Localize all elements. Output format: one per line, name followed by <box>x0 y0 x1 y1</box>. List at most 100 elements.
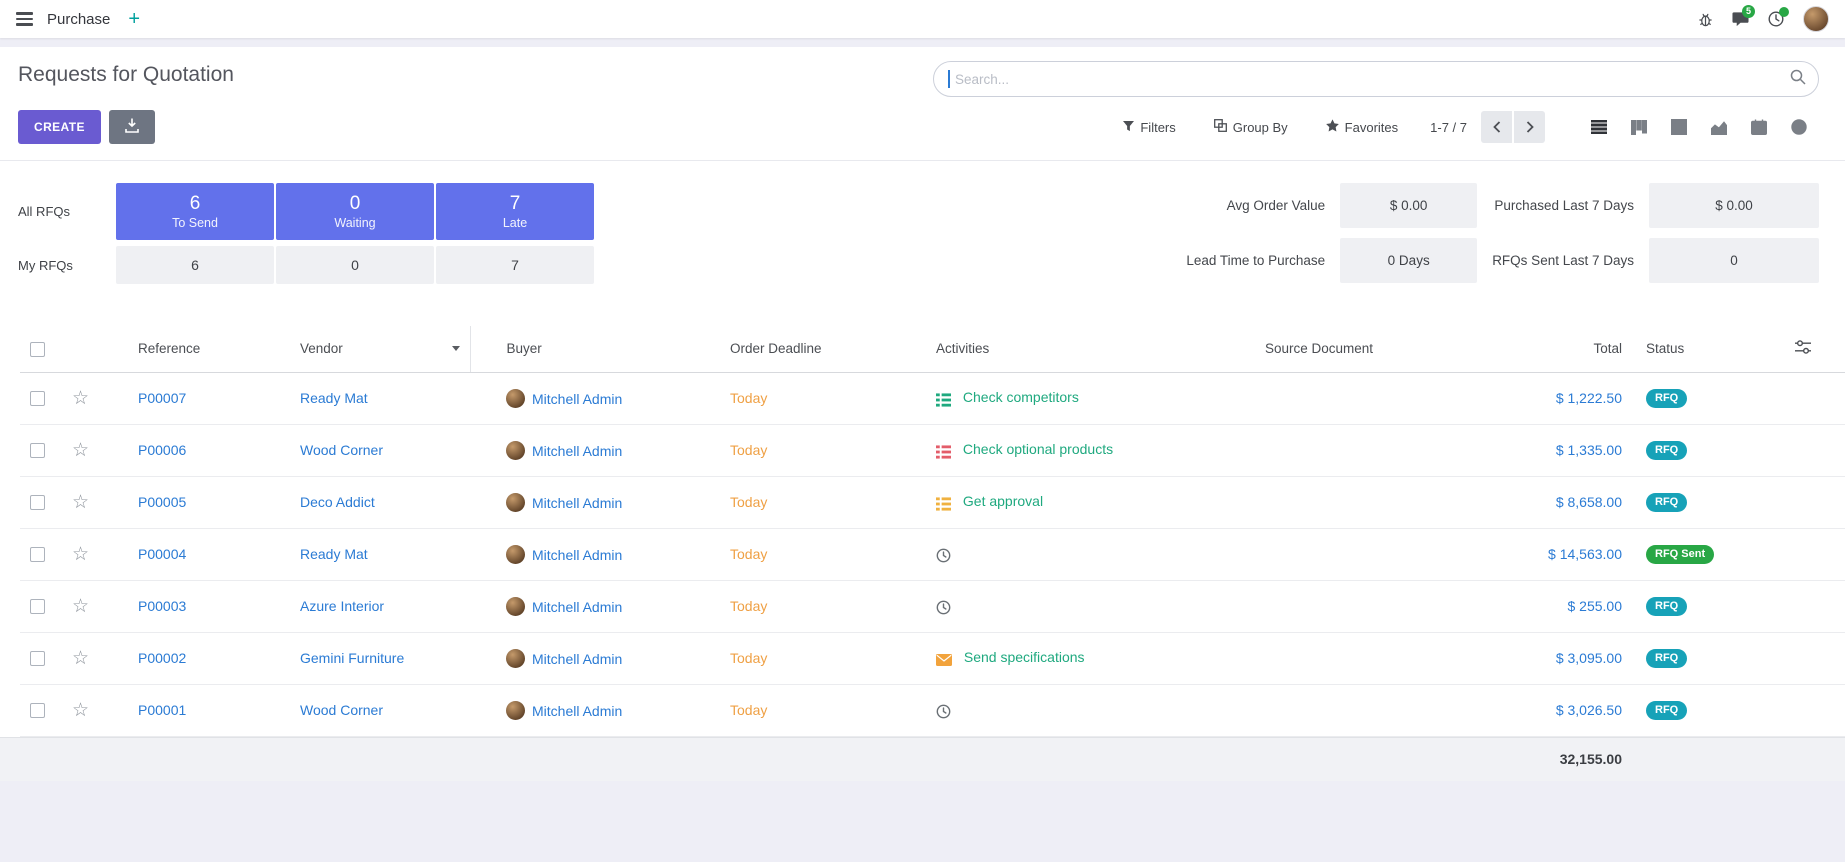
user-avatar[interactable] <box>1803 6 1829 32</box>
buyer-link[interactable]: Mitchell Admin <box>532 651 622 667</box>
buyer-link[interactable]: Mitchell Admin <box>532 391 622 407</box>
table-row[interactable]: ☆ P00003 Azure Interior Mitchell Admin T… <box>20 580 1845 632</box>
activities-clock-icon[interactable] <box>1768 11 1784 27</box>
favorite-star-icon[interactable]: ☆ <box>72 648 89 669</box>
select-all-checkbox[interactable] <box>30 342 45 357</box>
view-list-button[interactable] <box>1579 110 1619 144</box>
vendor-link[interactable]: Deco Addict <box>300 494 375 510</box>
app-menu-purchase[interactable]: Purchase <box>47 11 110 28</box>
export-button[interactable] <box>109 110 155 144</box>
favorites-button[interactable]: Favorites <box>1320 118 1404 136</box>
column-header-activities[interactable]: Activities <box>900 326 1235 372</box>
vendor-link[interactable]: Ready Mat <box>300 546 368 562</box>
view-pivot-button[interactable] <box>1659 110 1699 144</box>
activity-type-icon[interactable] <box>936 702 951 719</box>
activity-type-icon[interactable] <box>936 494 951 510</box>
table-row[interactable]: ☆ P00006 Wood Corner Mitchell Admin Toda… <box>20 424 1845 476</box>
view-activity-button[interactable] <box>1779 110 1819 144</box>
vendor-link[interactable]: Gemini Furniture <box>300 650 404 666</box>
stat-value-rfqs-sent-last-7-days: 0 <box>1649 238 1819 283</box>
table-row[interactable]: ☆ P00007 Ready Mat Mitchell Admin Today <box>20 372 1845 424</box>
buyer-link[interactable]: Mitchell Admin <box>532 547 622 563</box>
favorite-star-icon[interactable]: ☆ <box>72 544 89 565</box>
view-switcher <box>1579 110 1819 144</box>
sort-caret-icon <box>452 346 460 351</box>
buyer-link[interactable]: Mitchell Admin <box>532 599 622 615</box>
tile-late[interactable]: 7 Late <box>436 183 594 240</box>
create-button[interactable]: CREATE <box>18 110 101 144</box>
search-box[interactable] <box>933 61 1819 97</box>
row-checkbox[interactable] <box>30 547 45 562</box>
optional-columns-icon[interactable] <box>1795 342 1811 357</box>
activity-type-icon[interactable] <box>936 442 951 458</box>
vendor-link[interactable]: Ready Mat <box>300 390 368 406</box>
vendor-link[interactable]: Wood Corner <box>300 442 383 458</box>
activity-type-icon[interactable] <box>936 598 951 615</box>
my-tile-late[interactable]: 7 <box>436 246 594 284</box>
order-deadline-text: Today <box>730 494 767 510</box>
favorite-star-icon[interactable]: ☆ <box>72 440 89 461</box>
total-amount: $ 1,335.00 <box>1556 442 1622 458</box>
vendor-link[interactable]: Wood Corner <box>300 702 383 718</box>
reference-link[interactable]: P00006 <box>138 442 186 458</box>
activity-type-icon[interactable] <box>936 651 952 667</box>
buyer-link[interactable]: Mitchell Admin <box>532 703 622 719</box>
buyer-link[interactable]: Mitchell Admin <box>532 495 622 511</box>
row-checkbox[interactable] <box>30 599 45 614</box>
messages-icon[interactable]: 5 <box>1732 11 1749 27</box>
row-checkbox[interactable] <box>30 651 45 666</box>
search-input[interactable] <box>953 71 1790 88</box>
activity-type-icon[interactable] <box>936 546 951 563</box>
all-rfqs-label: All RFQs <box>18 204 114 219</box>
column-header-total[interactable]: Total <box>1470 326 1632 372</box>
vendor-link[interactable]: Azure Interior <box>300 598 384 614</box>
tile-waiting[interactable]: 0 Waiting <box>276 183 434 240</box>
group-by-button[interactable]: Group By <box>1208 118 1294 136</box>
filters-button[interactable]: Filters <box>1117 119 1181 136</box>
reference-link[interactable]: P00003 <box>138 598 186 614</box>
activity-link[interactable]: Get approval <box>963 493 1043 509</box>
activity-link[interactable]: Check optional products <box>963 441 1113 457</box>
favorite-star-icon[interactable]: ☆ <box>72 492 89 513</box>
reference-link[interactable]: P00002 <box>138 650 186 666</box>
column-header-source-document[interactable]: Source Document <box>1235 326 1470 372</box>
my-tile-waiting[interactable]: 0 <box>276 246 434 284</box>
view-graph-button[interactable] <box>1699 110 1739 144</box>
table-row[interactable]: ☆ P00002 Gemini Furniture Mitchell Admin… <box>20 632 1845 684</box>
pager-next-button[interactable] <box>1514 111 1545 143</box>
column-header-buyer[interactable]: Buyer <box>470 326 700 372</box>
favorite-star-icon[interactable]: ☆ <box>72 700 89 721</box>
pager-previous-button[interactable] <box>1481 111 1512 143</box>
column-header-reference[interactable]: Reference <box>106 326 270 372</box>
buyer-avatar <box>506 545 525 564</box>
activity-link[interactable]: Check competitors <box>963 389 1079 405</box>
buyer-link[interactable]: Mitchell Admin <box>532 443 622 459</box>
tile-to-send[interactable]: 6 To Send <box>116 183 274 240</box>
search-icon[interactable] <box>1790 69 1806 90</box>
table-row[interactable]: ☆ P00005 Deco Addict Mitchell Admin Toda… <box>20 476 1845 528</box>
column-header-order-deadline[interactable]: Order Deadline <box>700 326 900 372</box>
favorite-star-icon[interactable]: ☆ <box>72 596 89 617</box>
favorite-star-icon[interactable]: ☆ <box>72 388 89 409</box>
table-row[interactable]: ☆ P00004 Ready Mat Mitchell Admin Today <box>20 528 1845 580</box>
activity-type-icon[interactable] <box>936 390 951 406</box>
table-row[interactable]: ☆ P00001 Wood Corner Mitchell Admin Toda… <box>20 684 1845 736</box>
activity-link[interactable]: Send specifications <box>964 649 1085 665</box>
row-checkbox[interactable] <box>30 495 45 510</box>
plus-icon[interactable]: + <box>128 9 140 29</box>
reference-link[interactable]: P00001 <box>138 702 186 718</box>
reference-link[interactable]: P00005 <box>138 494 186 510</box>
row-checkbox[interactable] <box>30 391 45 406</box>
stat-value-purchased-last-7-days: $ 0.00 <box>1649 183 1819 228</box>
apps-menu-icon[interactable] <box>16 12 33 26</box>
bug-icon[interactable] <box>1698 12 1713 27</box>
reference-link[interactable]: P00007 <box>138 390 186 406</box>
my-tile-to-send[interactable]: 6 <box>116 246 274 284</box>
row-checkbox[interactable] <box>30 443 45 458</box>
column-header-vendor[interactable]: Vendor <box>270 326 470 372</box>
column-header-status[interactable]: Status <box>1632 326 1760 372</box>
row-checkbox[interactable] <box>30 703 45 718</box>
reference-link[interactable]: P00004 <box>138 546 186 562</box>
view-calendar-button[interactable] <box>1739 110 1779 144</box>
view-kanban-button[interactable] <box>1619 110 1659 144</box>
